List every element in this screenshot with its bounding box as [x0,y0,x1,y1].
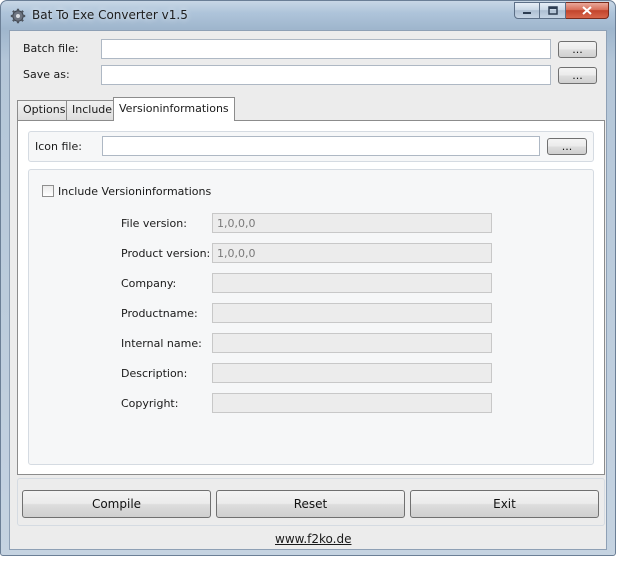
description-label: Description: [121,367,188,380]
website-link[interactable]: www.f2ko.de [275,532,351,546]
include-versioninformations-checkbox[interactable] [42,185,54,197]
minimize-button[interactable] [514,2,540,19]
reset-button[interactable]: Reset [216,490,405,518]
icon-file-input[interactable] [102,136,540,156]
window-title: Bat To Exe Converter v1.5 [32,8,188,22]
versioninformations-panel: Icon file: ... Include Versioninformatio… [17,120,605,475]
minimize-icon [523,11,531,14]
tab-versioninformations[interactable]: Versioninformations [113,97,235,121]
tab-options[interactable]: Options [17,100,72,120]
caption-buttons [514,2,609,19]
client-area: Batch file: ... Save as: ... Options Inc… [9,30,607,550]
gear-icon [10,8,26,24]
save-as-input[interactable] [101,65,551,85]
maximize-icon [547,6,558,15]
close-icon [582,6,592,15]
product-version-input[interactable] [212,243,492,263]
save-as-label: Save as: [23,68,70,81]
batch-file-label: Batch file: [23,42,79,55]
save-as-browse-button[interactable]: ... [558,67,597,84]
file-version-label: File version: [121,217,187,230]
description-input[interactable] [212,363,492,383]
compile-button[interactable]: Compile [22,490,211,518]
internal-name-input[interactable] [212,333,492,353]
company-input[interactable] [212,273,492,293]
exit-button[interactable]: Exit [410,490,599,518]
tab-include[interactable]: Include [66,100,119,120]
include-versioninformations-label: Include Versioninformations [58,185,212,198]
file-version-input[interactable] [212,213,492,233]
title-bar[interactable]: Bat To Exe Converter v1.5 [1,1,615,29]
icon-file-label: Icon file: [35,140,82,153]
copyright-input[interactable] [212,393,492,413]
productname-input[interactable] [212,303,492,323]
productname-label: Productname: [121,307,198,320]
product-version-label: Product version: [121,247,211,260]
internal-name-label: Internal name: [121,337,202,350]
maximize-button[interactable] [540,2,566,19]
icon-file-browse-button[interactable]: ... [547,138,587,155]
batch-file-browse-button[interactable]: ... [558,41,597,58]
batch-file-input[interactable] [101,39,551,59]
app-window: Bat To Exe Converter v1.5 Batch file: ..… [0,0,616,556]
company-label: Company: [121,277,177,290]
close-button[interactable] [566,2,609,19]
copyright-label: Copyright: [121,397,179,410]
